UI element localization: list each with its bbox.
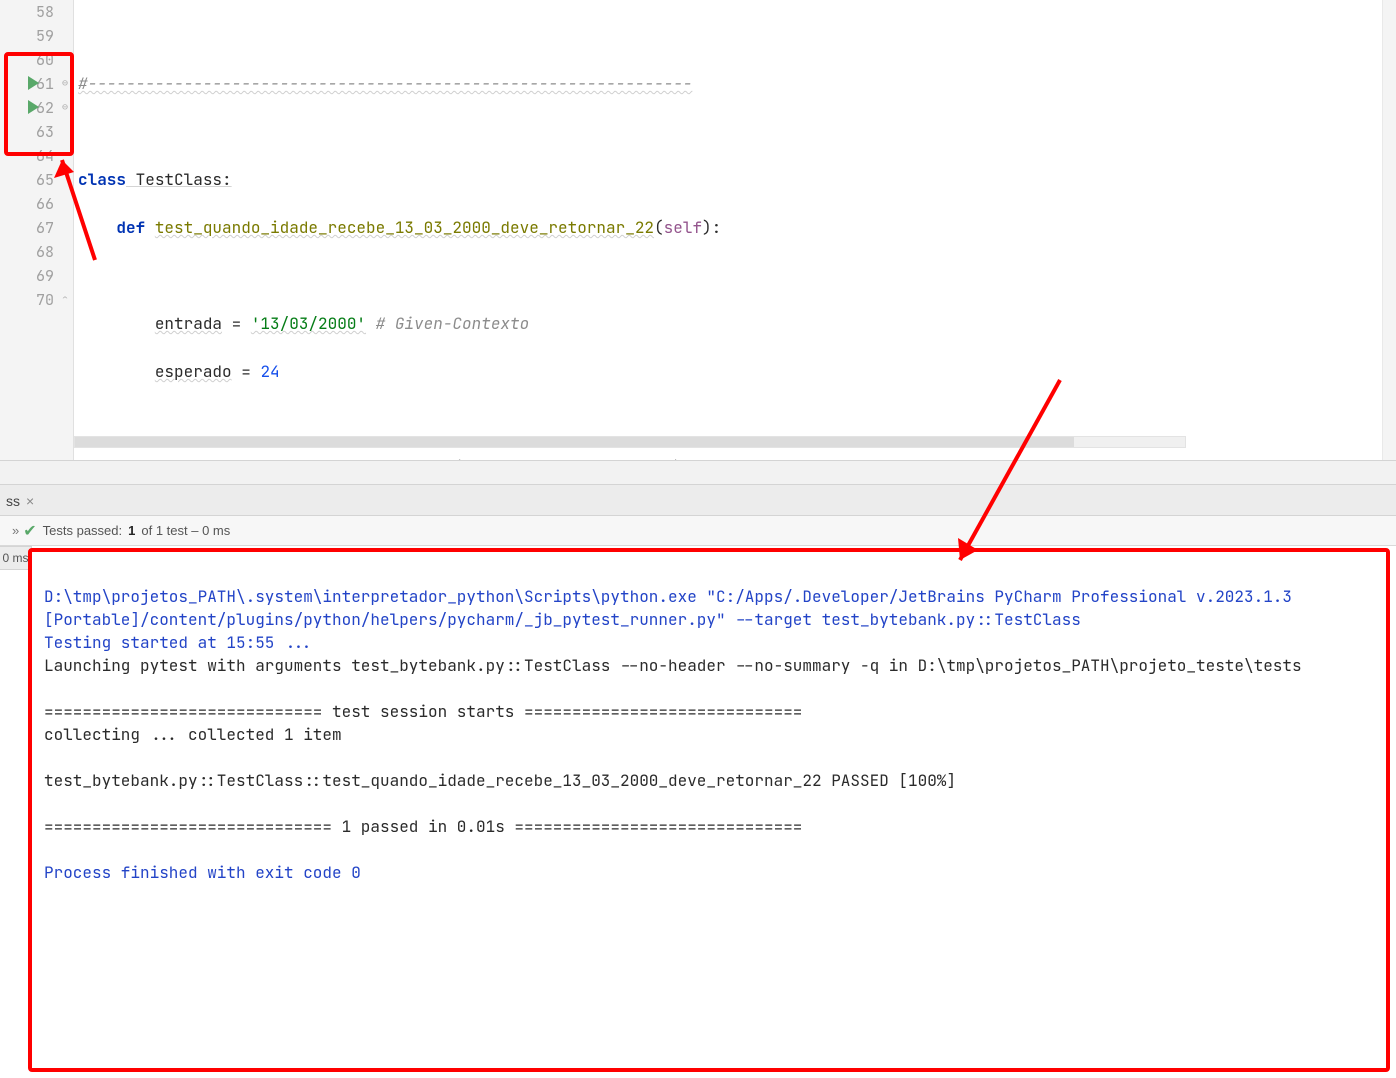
run-tab[interactable]: ss × [0, 485, 44, 517]
fold-toggle-icon[interactable]: ⊖ [62, 102, 72, 112]
line-number: 59 [0, 24, 54, 48]
status-count: 1 [128, 523, 135, 538]
text: = [232, 361, 261, 382]
panel-divider[interactable] [0, 460, 1396, 484]
line-number: 61 [0, 72, 54, 96]
fold-end-icon: ⌃ [62, 294, 72, 304]
text: = [222, 313, 251, 334]
comment: # Given-Contexto [366, 313, 529, 334]
variable: esperado [155, 361, 232, 382]
console-output[interactable]: D:\tmp\projetos_PATH\.system\interpretad… [32, 546, 1396, 1078]
status-prefix: Tests passed: [43, 523, 123, 538]
self-arg: self [664, 217, 702, 238]
code-area[interactable]: #---------------------------------------… [74, 0, 1396, 460]
console-line: ============================= test sessi… [44, 701, 802, 722]
console-command: D:\tmp\projetos_PATH\.system\interpretad… [44, 586, 1302, 630]
line-number: 67 [0, 216, 54, 240]
run-test-icon[interactable] [28, 100, 39, 114]
class-name: TestClass: [126, 169, 232, 190]
gutter: 58 59 60 61 62 63 64 65 66 67 68 69 70 [0, 0, 60, 460]
fold-toggle-icon[interactable]: ⊖ [62, 78, 72, 88]
status-suffix: of 1 test – 0 ms [141, 523, 230, 538]
fold-rail: ⊖ ⊖ ⌃ [60, 0, 74, 460]
line-number: 69 [0, 264, 54, 288]
run-test-icon[interactable] [28, 76, 39, 90]
line-number: 62 [0, 96, 54, 120]
duration-badge: 0 ms [0, 546, 32, 570]
console-line: test_bytebank.py::TestClass::test_quando… [44, 770, 956, 791]
close-icon[interactable]: × [26, 493, 34, 509]
line-number: 58 [0, 0, 54, 24]
number: 24 [260, 361, 279, 382]
line-number: 60 [0, 48, 54, 72]
scrollbar-thumb[interactable] [75, 437, 1074, 447]
console-line: ============================== 1 passed … [44, 816, 802, 837]
horizontal-scrollbar[interactable] [74, 436, 1186, 448]
run-tab-label: ss [6, 493, 20, 509]
editor-right-strip [1382, 0, 1396, 460]
line-number: 66 [0, 192, 54, 216]
func-name: test_quando_idade_recebe_13_03_2000_deve… [155, 217, 654, 238]
line-number: 65 [0, 168, 54, 192]
comment: #---------------------------------------… [78, 73, 692, 94]
line-number: 70 [0, 288, 54, 312]
line-number: 64 [0, 144, 54, 168]
string: '13/03/2000' [251, 313, 366, 334]
keyword: def [116, 217, 145, 238]
console-line: collecting ... collected 1 item [44, 724, 342, 745]
editor-pane: 58 59 60 61 62 63 64 65 66 67 68 69 70 ⊖… [0, 0, 1396, 460]
console-exit: Process finished with exit code 0 [44, 862, 361, 883]
expand-icon[interactable]: » [12, 523, 17, 538]
variable: entrada [155, 313, 222, 334]
console-started: Testing started at 15:55 ... [44, 632, 313, 653]
test-status-bar: » ✔ Tests passed: 1 of 1 test – 0 ms [0, 516, 1396, 546]
line-number: 63 [0, 120, 54, 144]
check-icon: ✔ [23, 521, 36, 541]
console-line: Launching pytest with arguments test_byt… [44, 655, 1302, 676]
run-tab-bar: ss × [0, 484, 1396, 516]
keyword: class [78, 169, 126, 190]
line-number: 68 [0, 240, 54, 264]
